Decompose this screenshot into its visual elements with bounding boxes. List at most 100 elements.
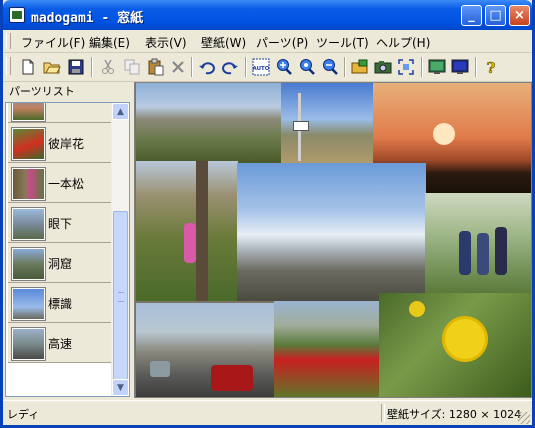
menu-help[interactable]: ヘルプ(H) — [376, 34, 430, 51]
photo-group[interactable] — [425, 193, 531, 293]
photo-highway[interactable] — [136, 303, 274, 397]
zoom-fit-button[interactable] — [296, 56, 318, 78]
list-item[interactable]: 高速 — [8, 323, 111, 363]
redo-button[interactable] — [219, 56, 241, 78]
menu-bar: ファイル(F) 編集(E) 表示(V) 壁紙(W) パーツ(P) ツール(T) … — [3, 30, 532, 53]
sun — [433, 123, 455, 145]
menu-view[interactable]: 表示(V) — [145, 34, 187, 51]
photo-city-view[interactable] — [136, 83, 281, 163]
paste-button[interactable] — [145, 56, 167, 78]
part-label: 洞窟 — [48, 257, 73, 271]
maximize-button[interactable]: □ — [485, 5, 506, 26]
delete-button[interactable] — [167, 56, 189, 78]
photo-spider-lilies[interactable] — [274, 301, 380, 397]
list-item[interactable]: 彼岸花 — [8, 123, 111, 163]
open-button[interactable] — [41, 56, 63, 78]
scroll-down-button[interactable]: ▼ — [112, 379, 129, 396]
scroll-up-button[interactable]: ▲ — [112, 103, 129, 120]
auto-layout-button[interactable]: AUTO — [250, 56, 272, 78]
zoom-in-button[interactable] — [273, 56, 295, 78]
part-thumbnail — [11, 327, 46, 361]
parts-list-scrollbar[interactable]: ▲ ▼ — [111, 103, 129, 396]
menu-wallpaper[interactable]: 壁紙(W) — [201, 34, 246, 51]
menu-tools[interactable]: ツール(T) — [316, 34, 369, 51]
wallpaper-button[interactable] — [426, 56, 448, 78]
menu-edit[interactable]: 編集(E) — [89, 34, 130, 51]
photo-dandelion[interactable] — [379, 293, 531, 397]
title-bar[interactable]: madogami - 窓紙 _ □ × — [3, 0, 532, 30]
capture-button[interactable] — [395, 56, 417, 78]
auto-icon: AUTO — [252, 58, 270, 76]
person — [184, 223, 196, 263]
redo-icon — [222, 62, 238, 75]
list-item[interactable]: 眼下 — [8, 203, 111, 243]
screen-icon — [451, 59, 469, 74]
save-icon — [68, 59, 84, 75]
svg-text:?: ? — [487, 59, 496, 76]
toolbar-separator — [245, 57, 247, 77]
parts-list[interactable]: 彼岸花 一本松 眼下 洞窟 標識 高速 ▲ ▼ — [5, 102, 130, 397]
paste-icon — [148, 58, 164, 76]
wallpaper-icon — [428, 59, 446, 74]
menu-grip[interactable] — [6, 33, 11, 49]
list-item[interactable]: 洞窟 — [8, 243, 111, 283]
minimize-button[interactable]: _ — [461, 5, 482, 26]
status-text: レディ — [7, 408, 40, 421]
photo-lone-pine[interactable] — [136, 161, 238, 301]
part-thumbnail — [11, 287, 46, 321]
camera-icon — [374, 61, 392, 74]
list-item[interactable]: 標識 — [8, 283, 111, 323]
parts-list-panel: パーツリスト 彼岸花 一本松 眼下 洞窟 標識 高速 ▲ ▼ — [3, 82, 132, 398]
person — [477, 233, 489, 275]
toolbar-grip[interactable] — [6, 57, 11, 75]
zoom-out-button[interactable] — [319, 56, 341, 78]
person — [459, 231, 471, 275]
open-image-button[interactable] — [349, 56, 371, 78]
toolbar: AUTO ? — [3, 53, 532, 82]
open-image-icon — [351, 59, 368, 74]
part-thumbnail — [11, 247, 46, 281]
photo-sign[interactable] — [281, 83, 373, 163]
menu-file[interactable]: ファイル(F) — [21, 34, 85, 51]
person — [495, 227, 507, 275]
scroll-thumb[interactable] — [113, 211, 128, 381]
close-button[interactable]: × — [509, 5, 530, 26]
part-label: 一本松 — [48, 177, 85, 191]
part-label: 高速 — [48, 337, 73, 351]
cut-icon — [102, 59, 114, 74]
undo-button[interactable] — [196, 56, 218, 78]
maximize-icon: □ — [489, 8, 502, 23]
menu-parts[interactable]: パーツ(P) — [256, 34, 308, 51]
part-label: 彼岸花 — [48, 137, 85, 151]
sign-board — [293, 121, 309, 131]
photo-snowy-mountain[interactable] — [237, 163, 426, 301]
cut-button[interactable] — [97, 56, 119, 78]
chevron-up-icon: ▲ — [117, 106, 124, 117]
list-item[interactable] — [8, 103, 111, 123]
status-bar: レディ 壁紙サイズ: 1280 × 1024 — [3, 400, 532, 426]
camera-button[interactable] — [372, 56, 394, 78]
copy-button[interactable] — [121, 56, 143, 78]
app-icon[interactable] — [9, 7, 25, 23]
toolbar-separator — [421, 57, 423, 77]
help-button[interactable]: ? — [480, 56, 502, 78]
zoom-out-icon — [323, 59, 338, 75]
delete-icon — [172, 61, 184, 73]
scroll-grip — [118, 292, 124, 302]
zoom-fit-icon — [300, 59, 315, 75]
wallpaper-size-text: 壁紙サイズ: 1280 × 1024 — [387, 408, 522, 421]
dandelion-flower — [445, 319, 485, 359]
resize-grip[interactable] — [518, 412, 530, 424]
list-item[interactable]: 一本松 — [8, 163, 111, 203]
open-icon — [43, 62, 61, 74]
part-label: 眼下 — [48, 217, 73, 231]
wallpaper-canvas[interactable] — [134, 82, 532, 398]
screen-button[interactable] — [449, 56, 471, 78]
toolbar-separator — [344, 57, 346, 77]
save-button[interactable] — [65, 56, 87, 78]
capture-icon — [398, 59, 414, 75]
new-button[interactable] — [17, 56, 39, 78]
new-icon — [22, 59, 34, 75]
minimize-icon: _ — [468, 8, 475, 23]
car — [211, 365, 253, 391]
